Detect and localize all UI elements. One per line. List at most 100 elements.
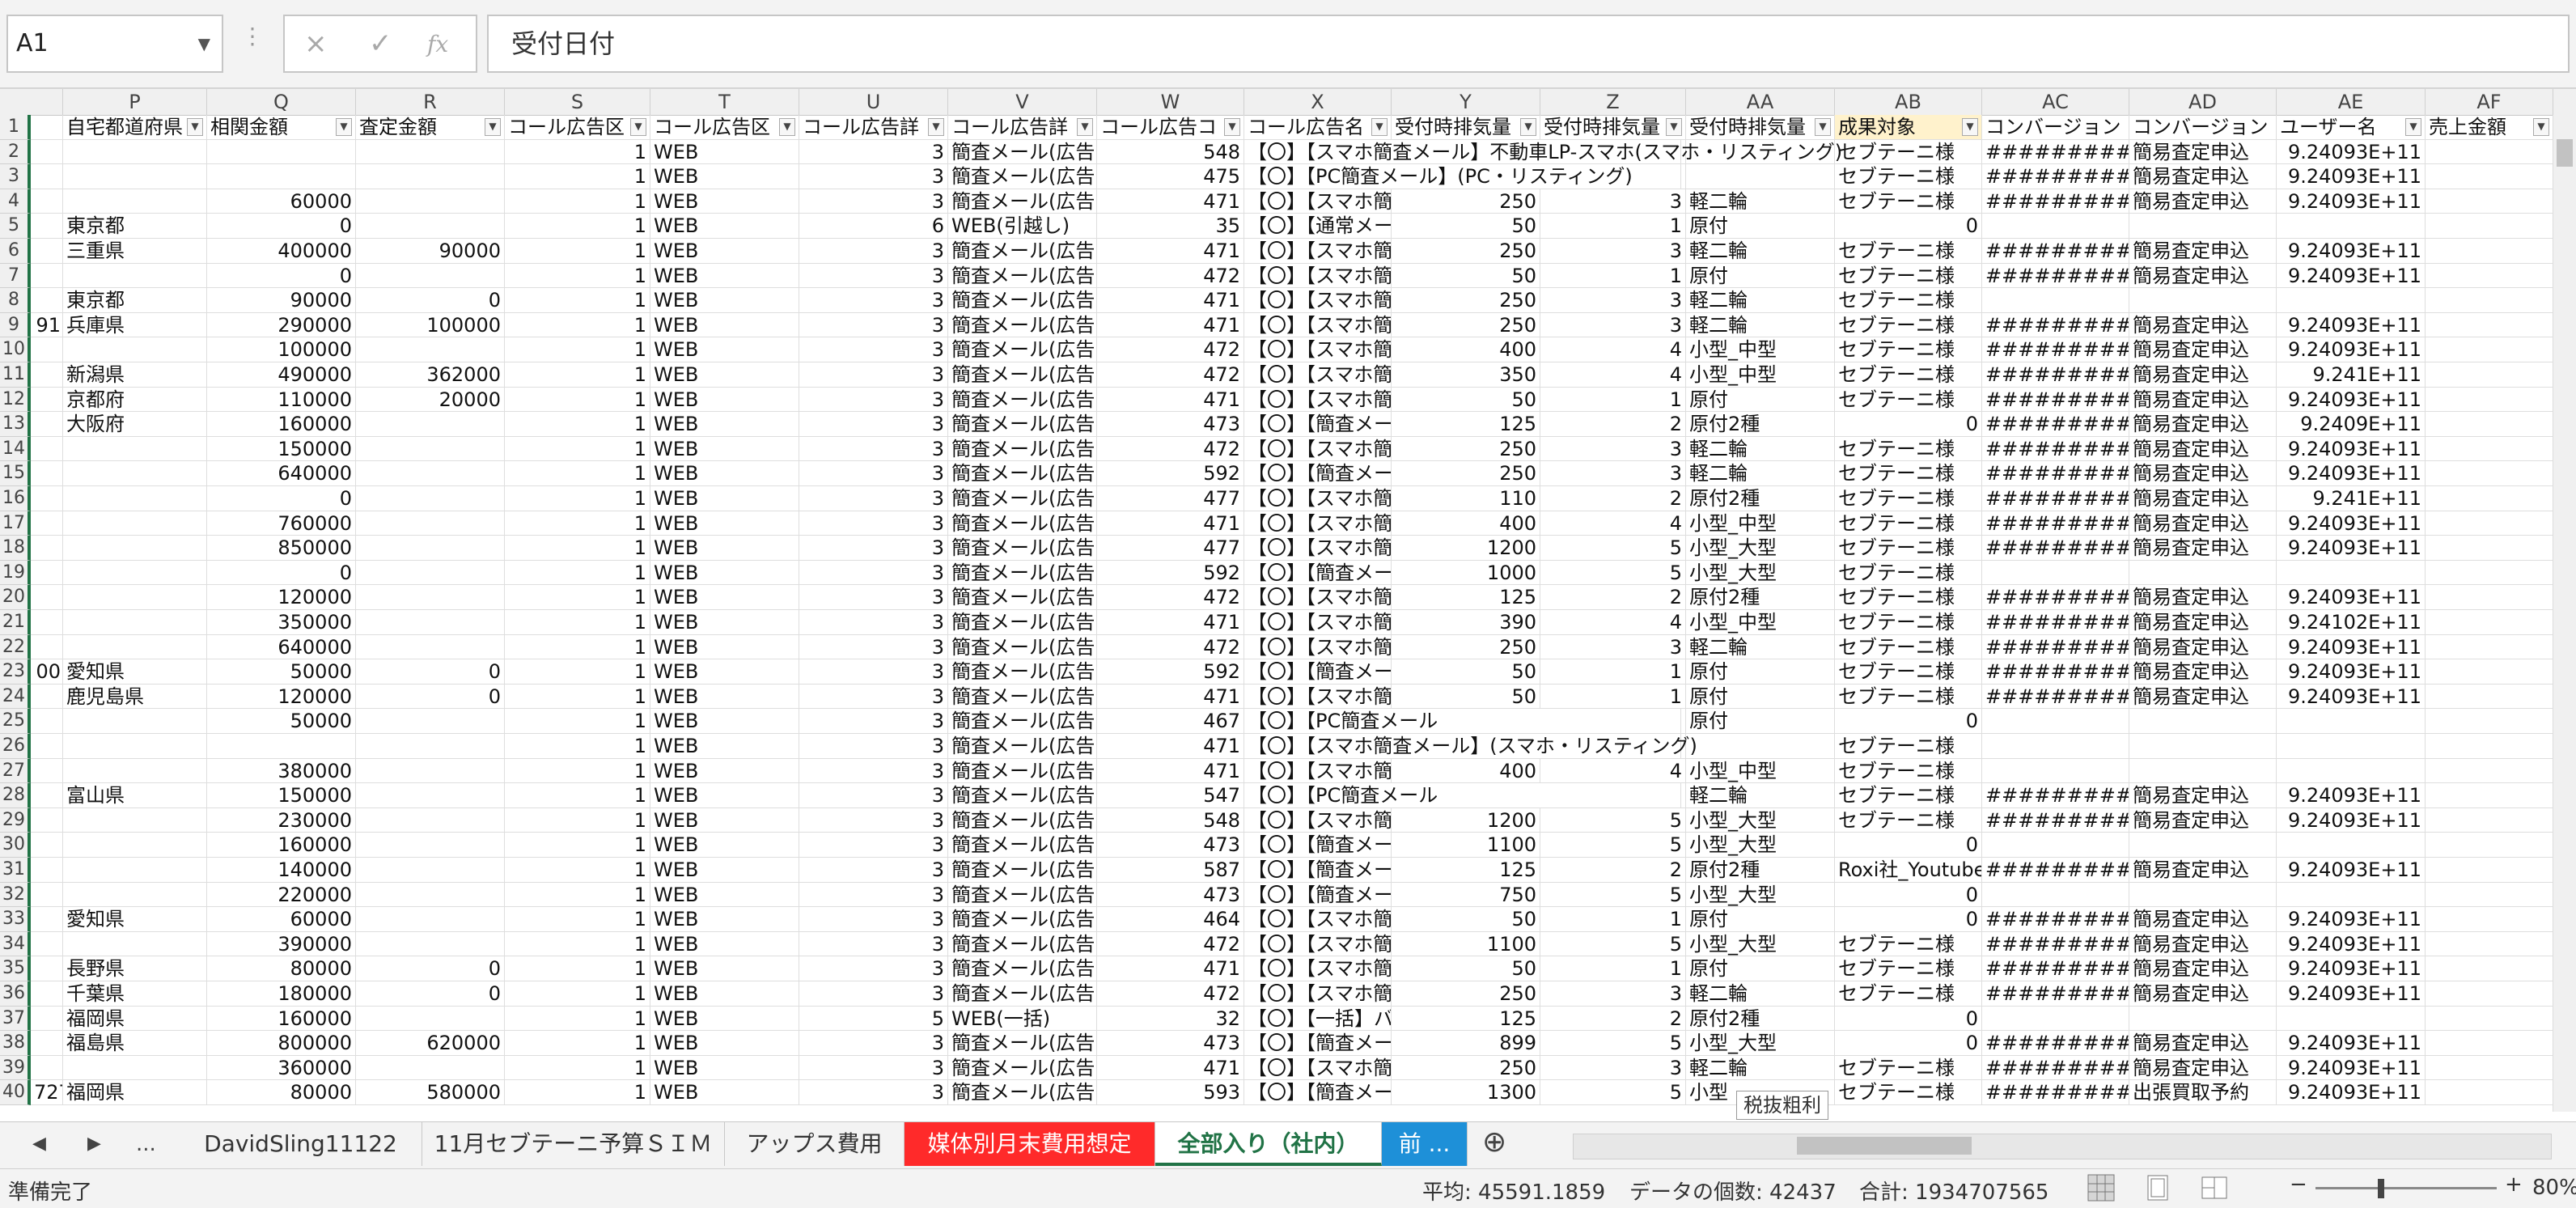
cell-u[interactable]: 3 bbox=[799, 585, 948, 610]
tab-more-left[interactable]: ... bbox=[136, 1132, 156, 1156]
cell-p[interactable] bbox=[63, 560, 207, 586]
cell-y[interactable]: 125 bbox=[1392, 412, 1540, 437]
cell-s[interactable]: 1 bbox=[505, 412, 650, 437]
cell-aa[interactable]: 小型_大型 bbox=[1686, 807, 1835, 833]
cell-y[interactable]: 1300 bbox=[1392, 1080, 1540, 1105]
cell-t[interactable]: WEB bbox=[650, 461, 799, 486]
cell-ae[interactable]: 9.24093E+11 bbox=[2277, 931, 2426, 957]
cell-q[interactable]: 50000 bbox=[207, 659, 356, 685]
cell-af[interactable] bbox=[2426, 956, 2553, 981]
cell-ae[interactable] bbox=[2277, 214, 2426, 239]
cell-q[interactable]: 220000 bbox=[207, 882, 356, 908]
cell-q[interactable] bbox=[207, 139, 356, 165]
cell-x[interactable]: 【〇】【スマホ簡査 bbox=[1244, 189, 1392, 214]
cell-s[interactable]: 1 bbox=[505, 659, 650, 685]
cell-r[interactable] bbox=[356, 709, 505, 734]
cell-aa[interactable]: 軽二輪 bbox=[1686, 312, 1835, 338]
cell-q[interactable]: 80000 bbox=[207, 956, 356, 981]
cell-aa[interactable]: 軽二輪 bbox=[1686, 1055, 1835, 1081]
cell-s[interactable]: 1 bbox=[505, 337, 650, 362]
cell-o[interactable] bbox=[31, 263, 63, 289]
cell-o[interactable]: 727 bbox=[31, 1080, 63, 1105]
row-header[interactable]: 13 bbox=[0, 412, 31, 437]
cell-u[interactable]: 3 bbox=[799, 263, 948, 289]
cell-af[interactable] bbox=[2426, 907, 2553, 932]
cell-q[interactable]: 400000 bbox=[207, 239, 356, 264]
cell-s[interactable]: 1 bbox=[505, 536, 650, 561]
cell-s[interactable]: 1 bbox=[505, 436, 650, 462]
cell-ab[interactable]: セブテーニ様 bbox=[1835, 436, 1982, 462]
column-header-v[interactable]: V bbox=[948, 89, 1097, 115]
cell-ab[interactable]: セブテーニ様 bbox=[1835, 239, 1982, 264]
cell-t[interactable]: WEB bbox=[650, 734, 799, 759]
cell-ab[interactable]: セブテーニ様 bbox=[1835, 288, 1982, 313]
cell-y[interactable]: 350 bbox=[1392, 362, 1540, 388]
cell-v[interactable]: 簡査メール(広告 bbox=[948, 758, 1097, 784]
cell-af[interactable] bbox=[2426, 882, 2553, 908]
cell-af[interactable] bbox=[2426, 1080, 2553, 1105]
column-header-aa[interactable]: AA bbox=[1686, 89, 1835, 115]
cell-w[interactable]: 472 bbox=[1097, 362, 1244, 388]
cell-v[interactable]: 簡査メール(広告 bbox=[948, 981, 1097, 1007]
cell-s[interactable]: 1 bbox=[505, 1055, 650, 1081]
cell-q[interactable]: 0 bbox=[207, 214, 356, 239]
more-icon[interactable]: ⋮ bbox=[241, 23, 264, 49]
cell-p[interactable]: 長野県 bbox=[63, 956, 207, 981]
cell-v[interactable]: 簡査メール(広告 bbox=[948, 882, 1097, 908]
row-header[interactable]: 12 bbox=[0, 387, 31, 413]
cell-t[interactable]: WEB bbox=[650, 1080, 799, 1105]
cell-ac[interactable]: ########### bbox=[1982, 337, 2129, 362]
cell-ad[interactable]: 簡易査定申込 bbox=[2129, 387, 2277, 413]
cell-ae[interactable]: 9.24093E+11 bbox=[2277, 585, 2426, 610]
horizontal-scrollbar[interactable] bbox=[1573, 1134, 2552, 1159]
cell-ac[interactable] bbox=[1982, 882, 2129, 908]
cell-x[interactable]: 【〇】【簡査メール bbox=[1244, 882, 1392, 908]
filter-dropdown-icon[interactable]: ▼ bbox=[630, 118, 646, 136]
cell-p[interactable]: 東京都 bbox=[63, 288, 207, 313]
cell-ac[interactable]: ########### bbox=[1982, 139, 2129, 165]
cell-x[interactable]: 【〇】【スマホ簡査メール】不動車LP-スマホ(スマホ・リスティング) bbox=[1244, 139, 1842, 165]
cell-p[interactable] bbox=[63, 1055, 207, 1081]
cell-x[interactable]: 【〇】【スマホ簡査 bbox=[1244, 1055, 1392, 1081]
cell-af[interactable] bbox=[2426, 585, 2553, 610]
cell-o[interactable] bbox=[31, 189, 63, 214]
cell-v[interactable]: 簡査メール(広告 bbox=[948, 312, 1097, 338]
cell-ad[interactable]: 簡易査定申込 bbox=[2129, 486, 2277, 511]
cell-ac[interactable] bbox=[1982, 288, 2129, 313]
column-title-w[interactable]: コール広告コ ▼ bbox=[1097, 115, 1244, 140]
cell-t[interactable]: WEB bbox=[650, 387, 799, 413]
zoom-slider-thumb[interactable] bbox=[2377, 1179, 2384, 1198]
cell-x[interactable]: 【〇】【簡査メール bbox=[1244, 560, 1392, 586]
cell-ad[interactable] bbox=[2129, 1006, 2277, 1032]
cell-aa[interactable]: 原付 bbox=[1686, 263, 1835, 289]
cell-u[interactable]: 3 bbox=[799, 634, 948, 660]
cell-s[interactable]: 1 bbox=[505, 560, 650, 586]
cell-z[interactable]: 4 bbox=[1540, 610, 1686, 635]
row-header[interactable]: 26 bbox=[0, 734, 31, 759]
cell-x[interactable]: 【〇】【スマホ簡査 bbox=[1244, 387, 1392, 413]
cell-o[interactable] bbox=[31, 907, 63, 932]
cell-ae[interactable]: 9.24093E+11 bbox=[2277, 164, 2426, 189]
cell-aa[interactable]: 小型_中型 bbox=[1686, 511, 1835, 536]
cell-aa[interactable]: 原付 bbox=[1686, 956, 1835, 981]
row-header[interactable]: 31 bbox=[0, 858, 31, 883]
cell-o[interactable] bbox=[31, 734, 63, 759]
cell-ab[interactable]: セブテーニ様 bbox=[1835, 139, 1982, 165]
column-header-x[interactable]: X bbox=[1244, 89, 1392, 115]
cell-q[interactable]: 120000 bbox=[207, 684, 356, 710]
cell-u[interactable]: 3 bbox=[799, 312, 948, 338]
cell-o[interactable] bbox=[31, 833, 63, 858]
cell-ab[interactable]: セブテーニ様 bbox=[1835, 387, 1982, 413]
cell-x[interactable]: 【〇】【簡査メール bbox=[1244, 461, 1392, 486]
enter-icon[interactable]: ✓ bbox=[369, 28, 392, 60]
cell-ac[interactable]: ########### bbox=[1982, 412, 2129, 437]
cell-aa[interactable]: 原付 bbox=[1686, 907, 1835, 932]
cell-t[interactable]: WEB bbox=[650, 1006, 799, 1032]
cell-ac[interactable]: ########### bbox=[1982, 1055, 2129, 1081]
row-header[interactable]: 35 bbox=[0, 956, 31, 981]
cell-af[interactable] bbox=[2426, 1031, 2553, 1056]
cell-af[interactable] bbox=[2426, 833, 2553, 858]
cell-u[interactable]: 3 bbox=[799, 882, 948, 908]
cell-p[interactable]: 福島県 bbox=[63, 1031, 207, 1056]
insert-function-icon[interactable]: fx bbox=[427, 31, 448, 57]
